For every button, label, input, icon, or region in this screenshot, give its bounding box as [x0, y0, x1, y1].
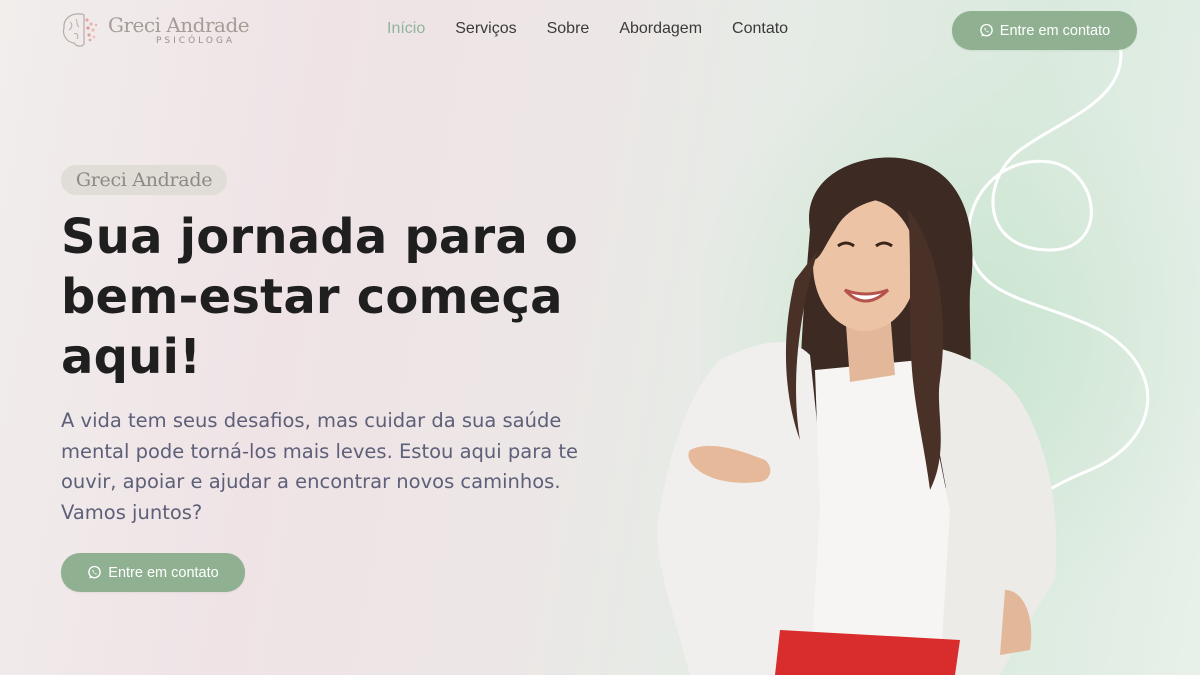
- main-nav: Início Serviços Sobre Abordagem Contato: [387, 20, 788, 38]
- nav-item-abordagem[interactable]: Abordagem: [619, 20, 702, 38]
- headline-line-1: Sua jornada para o: [61, 209, 579, 265]
- headline-line-2: bem-estar começa: [61, 269, 563, 325]
- header-contact-button[interactable]: Entre em contato: [952, 11, 1137, 50]
- nav-item-servicos[interactable]: Serviços: [455, 20, 516, 38]
- hero-contact-label: Entre em contato: [108, 564, 219, 581]
- nav-item-inicio[interactable]: Início: [387, 20, 425, 38]
- whatsapp-icon: [88, 565, 102, 579]
- headline-line-3: aqui!: [61, 329, 202, 385]
- hero-lead-text: A vida tem seus desafios, mas cuidar da …: [61, 409, 579, 524]
- psychologist-photo: [657, 157, 1057, 675]
- whatsapp-icon: [980, 23, 993, 37]
- hero-headline: Sua jornada para o bem-estar começa aqui…: [61, 207, 621, 387]
- brand-subtitle: PSICÓLOGA: [156, 35, 236, 46]
- hero-contact-button[interactable]: Entre em contato: [61, 553, 245, 592]
- nav-item-sobre[interactable]: Sobre: [547, 20, 590, 38]
- header-contact-label: Entre em contato: [999, 22, 1111, 39]
- hero-tag: Greci Andrade: [61, 165, 227, 195]
- site-header: Greci Andrade PSICÓLOGA Início Serviços …: [0, 0, 1200, 62]
- logo[interactable]: Greci Andrade PSICÓLOGA: [60, 10, 250, 50]
- nav-item-contato[interactable]: Contato: [732, 20, 788, 38]
- brand-name: Greci Andrade: [108, 12, 250, 37]
- brain-logo-icon: [62, 13, 98, 47]
